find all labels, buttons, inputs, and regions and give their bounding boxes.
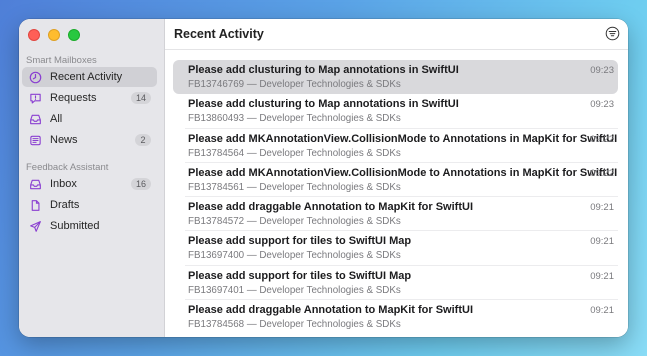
item-time: 09:21 [590,236,614,248]
app-window: Smart Mailboxes Recent Activity Requests… [19,19,628,337]
list-item[interactable]: Please add MKAnnotationView.CollisionMod… [173,163,618,198]
sidebar-item-label: Inbox [50,178,77,190]
inbox-tray-icon [28,112,42,126]
item-title: Please add support for tiles to SwiftUI … [188,235,412,248]
count-badge: 16 [130,178,151,190]
sidebar-item-drafts[interactable]: Drafts [22,195,157,215]
document-icon [28,198,42,212]
list-item[interactable]: Please add clusturing to Map annotations… [173,60,618,95]
list-item[interactable]: Please add draggable Annotation to MapKi… [173,197,618,232]
item-time: 09:21 [590,305,614,317]
item-time: 09:23 [590,99,614,111]
sidebar-item-label: All [50,113,63,125]
item-time: 09:21 [590,202,614,214]
sidebar-item-label: News [50,134,78,146]
item-time: 09:21 [590,270,614,282]
close-window-button[interactable] [28,29,40,41]
minimize-window-button[interactable] [48,29,60,41]
section-title-feedback-assistant: Feedback Assistant [26,162,109,173]
item-subtitle: FB13784561 — Developer Technologies & SD… [188,181,401,193]
list-item[interactable]: Please add draggable Annotation to MapKi… [173,300,618,334]
list-item[interactable]: Please add MKAnnotationView.CollisionMod… [173,129,618,163]
item-subtitle: FB13697401 — Developer Technologies & SD… [188,284,401,296]
sidebar-item-label: Drafts [50,199,80,211]
sidebar-item-label: Submitted [50,220,100,232]
item-time: 09:22 [590,167,614,179]
item-title: Please add MKAnnotationView.CollisionMod… [188,132,618,145]
count-badge: 2 [135,134,151,146]
window-controls [28,29,80,41]
activity-list: Please add clusturing to Map annotations… [173,60,618,334]
sidebar-item-recent-activity[interactable]: Recent Activity [22,67,157,87]
sidebar-item-all[interactable]: All [22,109,157,129]
list-item[interactable]: Please add support for tiles to SwiftUI … [173,231,618,266]
page-title: Recent Activity [174,27,264,41]
sidebar-item-inbox[interactable]: Inbox 16 [22,174,157,194]
zoom-window-button[interactable] [68,29,80,41]
item-time: 09:23 [590,65,614,76]
sidebar-item-news[interactable]: News 2 [22,130,157,150]
sidebar-item-label: Recent Activity [50,71,123,83]
list-item[interactable]: Please add clusturing to Map annotations… [173,94,618,129]
item-subtitle: FB13784568 — Developer Technologies & SD… [188,319,401,331]
item-title: Please add draggable Annotation to MapKi… [188,201,473,214]
clock-icon [28,70,42,84]
item-subtitle: FB13746769 — Developer Technologies & SD… [188,79,401,90]
item-time: 09:22 [590,133,614,145]
sidebar-item-requests[interactable]: Requests 14 [22,88,157,108]
sidebar: Smart Mailboxes Recent Activity Requests… [19,19,165,337]
sidebar-item-label: Requests [50,92,97,104]
item-subtitle: FB13784572 — Developer Technologies & SD… [188,216,401,228]
section-title-smart-mailboxes: Smart Mailboxes [26,55,97,66]
filter-icon [605,26,620,45]
count-badge: 14 [130,92,151,104]
sidebar-item-submitted[interactable]: Submitted [22,216,157,236]
filter-button[interactable] [605,26,620,41]
newspaper-icon [28,133,42,147]
header-divider [165,49,628,50]
list-item[interactable]: Please add support for tiles to SwiftUI … [173,266,618,301]
item-title: Please add MKAnnotationView.CollisionMod… [188,166,618,179]
item-title: Please add draggable Annotation to MapKi… [188,304,473,317]
speech-bubble-icon [28,91,42,105]
item-title: Please add clusturing to Map annotations… [188,98,459,111]
main-content: Recent Activity Please add clusturing to… [165,19,628,337]
item-subtitle: FB13784564 — Developer Technologies & SD… [188,147,401,159]
item-title: Please add support for tiles to SwiftUI … [188,269,412,282]
item-subtitle: FB13697400 — Developer Technologies & SD… [188,250,401,262]
paper-plane-icon [28,219,42,233]
item-title: Please add clusturing to Map annotations… [188,64,459,76]
item-subtitle: FB13860493 — Developer Technologies & SD… [188,113,401,125]
inbox-tray-icon [28,177,42,191]
